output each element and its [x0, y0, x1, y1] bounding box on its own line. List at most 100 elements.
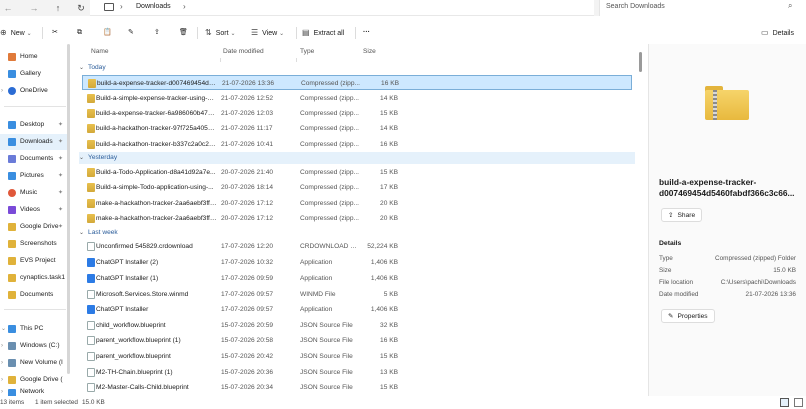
sidebar-label: cynaptics.task1: [20, 274, 66, 281]
column-header-date[interactable]: Date modified: [223, 48, 264, 55]
table-row[interactable]: make-a-hackathon-tracker-2aa6aebf3ff5...…: [82, 211, 632, 226]
table-row[interactable]: Build-a-Todo-Application-d8a41d92a7e... 2…: [82, 165, 632, 180]
sidebar-item-gallery[interactable]: Gallery: [0, 66, 68, 82]
detail-label-type: Type: [659, 255, 673, 262]
group-header-last-week[interactable]: ⌄ Last week: [79, 227, 118, 239]
table-row[interactable]: make-a-hackathon-tracker-2aa6aebf3ff5...…: [82, 196, 632, 211]
sidebar-item-new-volume[interactable]: › New Volume (I: [0, 355, 68, 371]
cut-icon[interactable]: ✂: [52, 23, 58, 43]
new-button[interactable]: ⊕ New ⌄: [0, 23, 32, 43]
sidebar-item-this-pc[interactable]: ⌄ This PC: [0, 321, 68, 337]
forward-icon[interactable]: →: [28, 2, 40, 14]
breadcrumb[interactable]: › Downloads ›: [90, 0, 594, 16]
share-button[interactable]: ⇪ Share: [661, 208, 703, 222]
zip-folder-icon: [87, 168, 95, 177]
sidebar-scrollbar[interactable]: [67, 44, 70, 374]
sidebar-item-cynaptics[interactable]: cynaptics.task1: [0, 270, 68, 286]
json-file-icon: [87, 336, 95, 345]
properties-button[interactable]: ✎ Properties: [661, 309, 715, 323]
table-row[interactable]: parent_workflow.blueprint (1) 15-07-2026 …: [82, 333, 632, 348]
status-item-count: 13 items: [0, 399, 25, 406]
table-row[interactable]: Build-a-simple-expense-tracker-using-Re.…: [82, 91, 632, 106]
copy-icon[interactable]: ⧉: [77, 23, 82, 43]
up-icon[interactable]: ↑: [52, 2, 64, 14]
file-type: Application: [300, 259, 333, 266]
delete-icon[interactable]: 🗑: [179, 23, 188, 43]
column-header-name[interactable]: Name: [91, 48, 109, 55]
table-row[interactable]: ChatGPT Installer (1) 17-07-2026 09:59 App…: [82, 271, 632, 286]
json-file-icon: [87, 368, 95, 377]
table-row[interactable]: Microsoft.Services.Store.winmd 17-07-2026…: [82, 287, 632, 302]
sidebar-item-onedrive[interactable]: › OneDrive: [0, 83, 68, 99]
sidebar-label: Google Drive: [20, 223, 59, 230]
chevron-right-icon: ›: [1, 389, 3, 395]
sidebar-item-evs-project[interactable]: EVS Project: [0, 253, 68, 269]
sidebar-label: Gallery: [20, 70, 41, 77]
table-row[interactable]: build-a-expense-tracker-d007469454d54...…: [82, 75, 632, 90]
rename-icon[interactable]: ✎: [128, 23, 134, 43]
details-title-line1: build-a-expense-tracker-: [659, 177, 757, 187]
tiles-view-icon[interactable]: [794, 398, 803, 407]
refresh-icon[interactable]: ↻: [75, 2, 87, 14]
sidebar-item-google-drive[interactable]: Google Drive ✦: [0, 219, 68, 235]
chevron-right-icon: ›: [183, 2, 186, 11]
detail-value-location[interactable]: C:\Users\pachi\Downloads: [721, 279, 796, 286]
sidebar-item-google-drive-volume[interactable]: › Google Drive (: [0, 372, 68, 388]
file-name: Build-a-Todo-Application-d8a41d92a7e...: [96, 169, 216, 176]
sidebar-item-documents-folder[interactable]: Documents: [0, 287, 68, 303]
search-input[interactable]: Search Downloads ⌕: [599, 0, 806, 16]
sort-button[interactable]: ⇅ Sort ⌄: [205, 23, 236, 43]
file-size: 14 KB: [380, 125, 398, 132]
sidebar-item-pictures[interactable]: Pictures ✦: [0, 168, 68, 184]
sidebar-label: Desktop: [20, 121, 45, 128]
table-row[interactable]: ChatGPT Installer (2) 17-07-2026 10:32 App…: [82, 255, 632, 270]
table-row[interactable]: parent_workflow.blueprint 15-07-2026 20:4…: [82, 349, 632, 364]
share-icon[interactable]: ⇪: [154, 23, 160, 43]
file-type: Compressed (zipp...: [300, 200, 359, 207]
back-icon[interactable]: ←: [2, 2, 14, 14]
table-row[interactable]: M2-TH-Chain.blueprint (1) 15-07-2026 20:3…: [82, 365, 632, 380]
column-header-type[interactable]: Type: [300, 48, 314, 55]
sidebar-item-documents[interactable]: Documents ✦: [0, 151, 68, 167]
sidebar-item-network[interactable]: › Network: [0, 388, 68, 396]
details-view-icon[interactable]: [780, 398, 789, 407]
sidebar-item-music[interactable]: Music ✦: [0, 185, 68, 201]
json-file-icon: [87, 383, 95, 392]
group-header-today[interactable]: ⌄ Today: [79, 62, 106, 74]
sidebar-item-desktop[interactable]: Desktop ✦: [0, 117, 68, 133]
zip-folder-icon: [88, 79, 96, 88]
more-options-button[interactable]: ···: [363, 23, 370, 43]
table-row[interactable]: Unconfirmed 545829.crdownload 17-07-2026 …: [82, 239, 632, 254]
sidebar-item-windows-c[interactable]: › Windows (C:): [0, 338, 68, 354]
table-row[interactable]: Build-a-simple-Todo-application-using-..…: [82, 180, 632, 195]
table-row[interactable]: ChatGPT Installer 17-07-2026 09:57 Applica…: [82, 302, 632, 317]
file-date: 21-07-2026 11:17: [221, 125, 273, 132]
sidebar-item-home[interactable]: Home: [0, 49, 68, 65]
table-row[interactable]: build-a-hackathon-tracker-97f725a4051b..…: [82, 121, 632, 136]
sidebar-item-downloads[interactable]: Downloads ✦: [0, 134, 68, 150]
table-row[interactable]: build-a-expense-tracker-6a986060b4744...…: [82, 106, 632, 121]
list-scrollbar[interactable]: [639, 52, 642, 72]
status-size: 15.0 KB: [82, 399, 105, 406]
breadcrumb-downloads[interactable]: Downloads: [136, 3, 171, 10]
table-row[interactable]: build-a-hackathon-tracker-b337c2a0c23...…: [82, 137, 632, 152]
extract-all-button[interactable]: ▤ Extract all: [302, 23, 344, 43]
sidebar-item-screenshots[interactable]: Screenshots: [0, 236, 68, 252]
zip-folder-icon: [87, 214, 95, 223]
sidebar-item-videos[interactable]: Videos ✦: [0, 202, 68, 218]
table-row[interactable]: child_workflow.blueprint 15-07-2026 20:59…: [82, 318, 632, 333]
folder-icon: [8, 274, 16, 282]
detail-value-type: Compressed (zipped) Folder: [715, 255, 796, 262]
file-date: 15-07-2026 20:42: [221, 353, 274, 360]
details-button[interactable]: ▭ Details: [761, 23, 794, 43]
group-header-yesterday[interactable]: ⌄ Yesterday: [79, 152, 117, 164]
file-date: 15-07-2026 20:34: [221, 384, 274, 391]
file-type: Compressed (zipp...: [300, 125, 359, 132]
view-button[interactable]: ☰ View ⌄: [251, 23, 284, 43]
pin-icon: ✦: [58, 224, 64, 230]
table-row[interactable]: M2-Master-Calls-Child.blueprint 15-07-202…: [82, 380, 632, 395]
paste-icon[interactable]: 📋: [103, 23, 112, 43]
column-header-size[interactable]: Size: [363, 48, 376, 55]
divider: [42, 27, 43, 39]
home-icon: [8, 53, 16, 61]
